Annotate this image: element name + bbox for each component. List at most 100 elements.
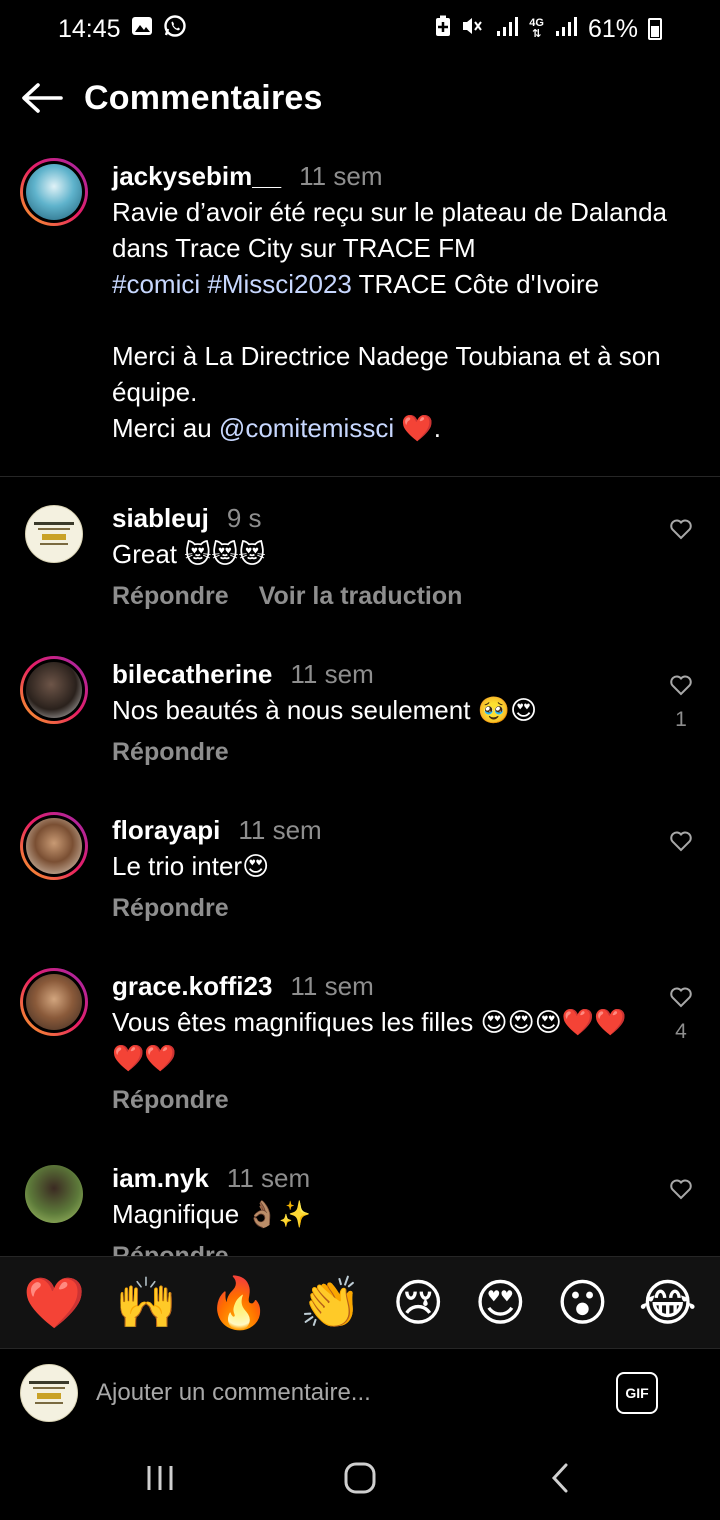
- caption-body: jackysebim__ 11 sem Ravie d’avoir été reç…: [112, 158, 672, 446]
- whatsapp-notification-icon: [163, 14, 187, 44]
- emoji-heart-eyes-button[interactable]: 😍: [474, 1273, 526, 1333]
- author-photo: [26, 164, 82, 220]
- comment-actions: Répondre: [112, 1082, 632, 1118]
- comment-actions: Répondre: [112, 734, 632, 770]
- comment-username[interactable]: bilecatherine: [112, 659, 272, 689]
- emoji-clap-button[interactable]: 👏: [300, 1273, 362, 1333]
- heart-icon[interactable]: [669, 674, 693, 696]
- caption-line1: Ravie d’avoir été reçu sur le plateau de…: [112, 197, 668, 263]
- like-count: 4: [675, 1020, 687, 1043]
- commenter-avatar[interactable]: [20, 812, 88, 880]
- system-nav-bar: [0, 1436, 720, 1520]
- comment-item: iam.nyk 11 sem Magnifique 👌🏽✨ Répondre: [0, 1160, 720, 1256]
- current-user-logo-image: [29, 1380, 69, 1404]
- commenter-photo: [26, 974, 82, 1030]
- commenter-avatar[interactable]: [25, 1165, 83, 1223]
- heart-icon[interactable]: [669, 518, 693, 540]
- mute-icon: [461, 15, 485, 43]
- comment-username[interactable]: siableuj: [112, 503, 209, 533]
- reply-button[interactable]: Répondre: [112, 890, 229, 926]
- status-left: 14:45: [58, 14, 187, 44]
- commenter-logo-image: [34, 522, 74, 545]
- comment-header: siableuj 9 s: [112, 500, 632, 536]
- comment-time: 11 sem: [290, 971, 374, 1001]
- home-button[interactable]: [320, 1448, 400, 1508]
- comment-header: florayapi 11 sem: [112, 812, 632, 848]
- current-user-avatar: [20, 1363, 78, 1422]
- emoji-heart-button[interactable]: ❤️: [23, 1273, 85, 1333]
- reply-button[interactable]: Répondre: [112, 578, 229, 614]
- comment-text: Great 😻😻😻: [112, 539, 266, 569]
- emoji-reaction-bar: ❤️ 🙌 🔥 👏 😢 😍 😮 😂: [0, 1256, 720, 1348]
- comment-text: Nos beautés à nous seulement 🥹😍: [112, 695, 538, 725]
- comment-header: grace.koffi23 11 sem: [112, 968, 632, 1004]
- comment-header: bilecatherine 11 sem: [112, 656, 632, 692]
- gif-button[interactable]: GIF: [616, 1371, 658, 1414]
- avatar-frame: [23, 815, 85, 877]
- emoji-raised-hands-button[interactable]: 🙌: [115, 1273, 177, 1333]
- comment-text: Magnifique 👌🏽✨: [112, 1199, 312, 1229]
- back-button[interactable]: [0, 62, 84, 134]
- translate-button[interactable]: Voir la traduction: [259, 578, 463, 614]
- commenter-photo: [26, 662, 82, 718]
- comment-username[interactable]: iam.nyk: [112, 1163, 209, 1193]
- page-title: Commentaires: [84, 78, 323, 117]
- gallery-notification-icon: [131, 15, 153, 43]
- status-right: 4G ⇅ 61%: [435, 15, 662, 44]
- comment-time: 11 sem: [238, 815, 322, 845]
- emoji-fire-button[interactable]: 🔥: [208, 1273, 270, 1333]
- mention-link[interactable]: @comitemissci: [219, 413, 394, 443]
- commenter-avatar[interactable]: [20, 656, 88, 724]
- comment-item: bilecatherine 11 sem Nos beautés à nous s…: [0, 656, 720, 770]
- status-bar: 14:45 4G ⇅ 61%: [0, 0, 720, 58]
- header: Commentaires: [0, 62, 720, 134]
- comment-input-bar: GIF: [0, 1348, 720, 1436]
- reply-button[interactable]: Répondre: [112, 1082, 229, 1118]
- caption-username[interactable]: jackysebim__: [112, 161, 281, 191]
- comment-body: siableuj 9 s Great 😻😻😻 Répondre Voir la t…: [112, 500, 632, 614]
- network-type-icon: 4G ⇅: [529, 17, 544, 40]
- like-count: 1: [675, 708, 687, 731]
- comment-text: Le trio inter😍: [112, 851, 270, 881]
- hashtag-link[interactable]: #Missci2023: [207, 269, 352, 299]
- caption-line4-suffix: ❤️.: [394, 413, 441, 443]
- recents-icon: [147, 1466, 173, 1490]
- reply-button[interactable]: Répondre: [112, 1238, 229, 1256]
- comment-username[interactable]: florayapi: [112, 815, 220, 845]
- emoji-surprised-button[interactable]: 😮: [556, 1273, 608, 1333]
- comment-input[interactable]: [96, 1378, 596, 1407]
- emoji-cry-button[interactable]: 😢: [392, 1273, 444, 1333]
- heart-icon[interactable]: [669, 986, 693, 1008]
- comment-body: grace.koffi23 11 sem Vous êtes magnifique…: [112, 968, 632, 1118]
- comment-time: 9 s: [226, 503, 262, 533]
- back-nav-button[interactable]: [520, 1448, 600, 1508]
- comment-body: iam.nyk 11 sem Magnifique 👌🏽✨ Répondre: [112, 1160, 632, 1256]
- emoji-laugh-button[interactable]: 😂: [639, 1273, 697, 1333]
- avatar-frame: [23, 161, 85, 223]
- caption-line4: Merci au @comitemissci ❤️.: [112, 410, 672, 446]
- caption-time: 11 sem: [299, 161, 383, 191]
- avatar-frame: [23, 659, 85, 721]
- commenter-avatar[interactable]: [20, 968, 88, 1036]
- comment-like: [666, 1178, 696, 1200]
- hashtag-link[interactable]: #comici: [112, 269, 200, 299]
- comment-username[interactable]: grace.koffi23: [112, 971, 272, 1001]
- recents-button[interactable]: [120, 1448, 200, 1508]
- reply-button[interactable]: Répondre: [112, 734, 229, 770]
- heart-icon[interactable]: [669, 1178, 693, 1200]
- avatar-frame: [23, 971, 85, 1033]
- caption-line2: #comici #Missci2023 TRACE Côte d'Ivoire: [112, 266, 672, 302]
- comment-like: [666, 518, 696, 540]
- heart-icon[interactable]: [669, 830, 693, 852]
- comment-time: 11 sem: [290, 659, 374, 689]
- comments-list[interactable]: siableuj 9 s Great 😻😻😻 Répondre Voir la t…: [0, 500, 720, 1256]
- network-type: 4G: [529, 17, 544, 29]
- commenter-avatar[interactable]: [25, 505, 83, 563]
- comment-header: iam.nyk 11 sem: [112, 1160, 632, 1196]
- caption-line3: Merci à La Directrice Nadege Toubiana et…: [112, 341, 661, 407]
- signal-icon: [495, 15, 519, 43]
- author-avatar[interactable]: [20, 158, 88, 226]
- chevron-left-icon: [551, 1463, 568, 1493]
- caption-line2-rest: TRACE Côte d'Ivoire: [351, 269, 600, 299]
